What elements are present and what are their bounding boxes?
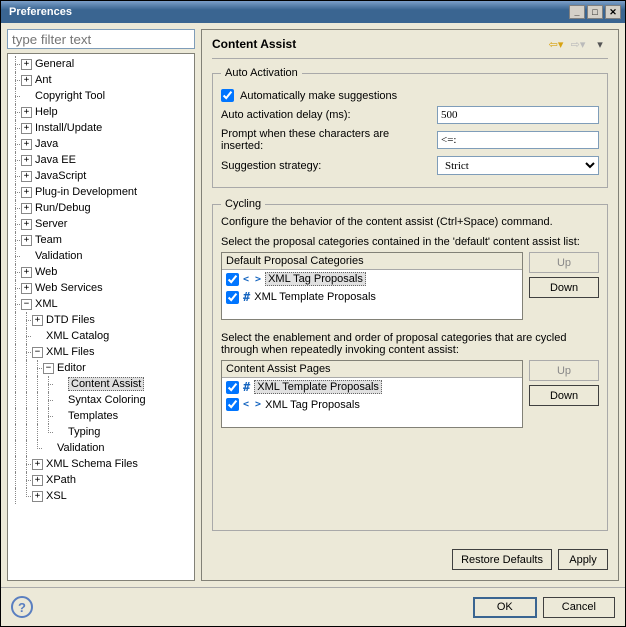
up-button-2: Up	[529, 360, 599, 381]
list-item[interactable]: # XML Template Proposals	[222, 288, 522, 306]
preferences-window: Preferences _ □ ✕ +General +Ant Copyrigh…	[0, 0, 626, 627]
group-auto-activation: Auto Activation Automatically make sugge…	[212, 67, 608, 188]
content-panel: Content Assist ⇦▾ ⇨▾ ▾ Auto Activation A…	[201, 29, 619, 581]
legend-auto-activation: Auto Activation	[221, 67, 302, 79]
tree-item-validation2[interactable]: Validation	[8, 440, 194, 456]
checkbox-page[interactable]	[226, 398, 239, 411]
up-button: Up	[529, 252, 599, 273]
ok-button[interactable]: OK	[473, 597, 537, 618]
tree-item-validation[interactable]: Validation	[8, 248, 194, 264]
tree-item-xpath[interactable]: +XPath	[8, 472, 194, 488]
tree-item-syntax[interactable]: Syntax Coloring	[8, 392, 194, 408]
tree-item-editor[interactable]: −Editor	[8, 360, 194, 376]
tree-item-javascript[interactable]: +JavaScript	[8, 168, 194, 184]
input-delay[interactable]	[437, 106, 599, 124]
tree-item-typing[interactable]: Typing	[8, 424, 194, 440]
tree-item-xmlfiles[interactable]: −XML Files	[8, 344, 194, 360]
tree-item-xmlschema[interactable]: +XML Schema Files	[8, 456, 194, 472]
group-cycling: Cycling Configure the behavior of the co…	[212, 198, 608, 531]
input-prompt[interactable]	[437, 131, 599, 149]
checkbox-auto-suggest[interactable]	[221, 89, 234, 102]
tree-item-xmlcatalog[interactable]: XML Catalog	[8, 328, 194, 344]
tree-item-team[interactable]: +Team	[8, 232, 194, 248]
tree-item-help[interactable]: +Help	[8, 104, 194, 120]
hash-icon: #	[243, 380, 250, 394]
minimize-button[interactable]: _	[569, 5, 585, 19]
text-pages-label: Select the enablement and order of propo…	[221, 332, 599, 356]
list-item[interactable]: < > XML Tag Proposals	[222, 396, 522, 413]
tree-item-copyright[interactable]: Copyright Tool	[8, 88, 194, 104]
tree-item-plugin[interactable]: +Plug-in Development	[8, 184, 194, 200]
label-strategy: Suggestion strategy:	[221, 160, 431, 172]
legend-cycling: Cycling	[221, 198, 265, 210]
maximize-button[interactable]: □	[587, 5, 603, 19]
window-title: Preferences	[5, 6, 567, 18]
tree-item-dtd[interactable]: +DTD Files	[8, 312, 194, 328]
tree-item-server[interactable]: +Server	[8, 216, 194, 232]
tree-item-templates[interactable]: Templates	[8, 408, 194, 424]
tree-item-general[interactable]: +General	[8, 56, 194, 72]
forward-icon: ⇨▾	[570, 36, 586, 52]
list-item[interactable]: < > XML Tag Proposals	[222, 270, 522, 288]
cancel-button[interactable]: Cancel	[543, 597, 615, 618]
menu-icon[interactable]: ▾	[592, 36, 608, 52]
apply-button[interactable]: Apply	[558, 549, 608, 570]
checkbox-proposal[interactable]	[226, 291, 239, 304]
preferences-tree[interactable]: +General +Ant Copyright Tool +Help +Inst…	[7, 53, 195, 581]
select-strategy[interactable]: Strict	[437, 156, 599, 175]
tree-item-ant[interactable]: +Ant	[8, 72, 194, 88]
tree-item-web[interactable]: +Web	[8, 264, 194, 280]
text-default-label: Select the proposal categories contained…	[221, 236, 599, 248]
tag-icon: < >	[243, 399, 261, 410]
col-pages-header: Content Assist Pages	[222, 361, 522, 378]
down-button[interactable]: Down	[529, 277, 599, 298]
page-title: Content Assist	[212, 37, 548, 51]
down-button-2[interactable]: Down	[529, 385, 599, 406]
list-item[interactable]: # XML Template Proposals	[222, 378, 522, 396]
tree-item-xsl[interactable]: +XSL	[8, 488, 194, 504]
restore-defaults-button[interactable]: Restore Defaults	[452, 549, 552, 570]
tag-icon: < >	[243, 274, 261, 285]
list-default-proposals: Default Proposal Categories < > XML Tag …	[221, 252, 523, 320]
sidebar: +General +Ant Copyright Tool +Help +Inst…	[7, 29, 195, 581]
footer: ? OK Cancel	[1, 587, 625, 626]
close-button[interactable]: ✕	[605, 5, 621, 19]
checkbox-proposal[interactable]	[226, 273, 239, 286]
filter-input[interactable]	[7, 29, 195, 49]
tree-item-rundebug[interactable]: +Run/Debug	[8, 200, 194, 216]
tree-item-xml[interactable]: −XML	[8, 296, 194, 312]
checkbox-page[interactable]	[226, 381, 239, 394]
titlebar[interactable]: Preferences _ □ ✕	[1, 1, 625, 23]
tree-item-contentassist[interactable]: Content Assist	[8, 376, 194, 392]
back-icon[interactable]: ⇦▾	[548, 36, 564, 52]
list-assist-pages: Content Assist Pages # XML Template Prop…	[221, 360, 523, 428]
label-auto-suggest: Automatically make suggestions	[240, 90, 397, 102]
text-cycling-desc: Configure the behavior of the content as…	[221, 216, 599, 228]
tree-item-java[interactable]: +Java	[8, 136, 194, 152]
tree-item-webservices[interactable]: +Web Services	[8, 280, 194, 296]
label-delay: Auto activation delay (ms):	[221, 109, 431, 121]
label-prompt: Prompt when these characters are inserte…	[221, 128, 431, 152]
col-default-header: Default Proposal Categories	[222, 253, 522, 270]
tree-item-javaee[interactable]: +Java EE	[8, 152, 194, 168]
hash-icon: #	[243, 290, 250, 304]
tree-item-install[interactable]: +Install/Update	[8, 120, 194, 136]
help-icon[interactable]: ?	[11, 596, 33, 618]
